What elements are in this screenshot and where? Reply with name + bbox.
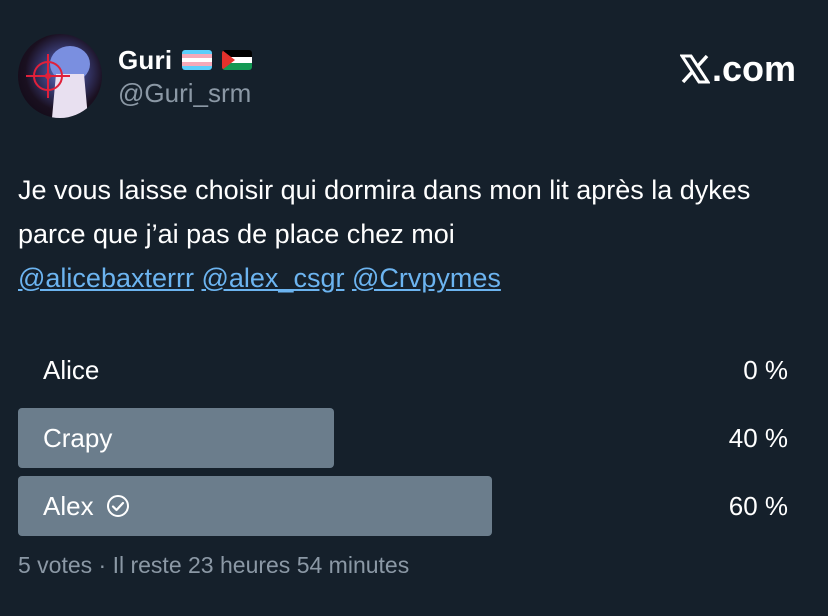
poll-meta: 5 votes · Il reste 23 heures 54 minutes	[18, 552, 410, 578]
poll-option-text: Crapy	[43, 422, 113, 453]
mention-crvpymes[interactable]: @Crvpymes	[352, 263, 501, 293]
brand-label: .com	[711, 48, 796, 89]
author-name-row: Guri	[118, 44, 253, 76]
avatar-image	[26, 46, 90, 118]
poll-option-alice: Alice 0 %	[18, 340, 788, 400]
poll-option-label: Crapy	[43, 408, 112, 468]
tweet-card: Guri @Guri_srm .com Je vous laisse chois…	[0, 0, 828, 616]
poll-option-label: Alex	[43, 476, 130, 536]
poll-option-alex: Alex 60 %	[18, 476, 788, 536]
mention-alicebaxterrr[interactable]: @alicebaxterrr	[18, 263, 194, 293]
palestine-flag-icon	[222, 50, 253, 70]
poll-option-label: Alice	[43, 340, 99, 400]
poll-option-text: Alex	[43, 490, 94, 521]
display-name[interactable]: Guri	[118, 45, 172, 76]
tweet-text: Je vous laisse choisir qui dormira dans …	[18, 168, 808, 300]
brand-logo: .com	[679, 48, 796, 90]
poll-option-percent: 60 %	[728, 490, 788, 521]
author-handle[interactable]: @Guri_srm	[118, 78, 251, 109]
avatar[interactable]	[18, 34, 102, 118]
poll-option-percent: 40 %	[728, 422, 788, 453]
tweet-body: Je vous laisse choisir qui dormira dans …	[18, 175, 751, 249]
poll-option-percent: 0 %	[743, 354, 788, 385]
check-circle-icon	[106, 495, 129, 517]
poll-option-crapy: Crapy 40 %	[18, 408, 788, 468]
mention-alex-csgr[interactable]: @alex_csgr	[201, 263, 344, 293]
poll: Alice 0 % Crapy 40 % Alex 60 %	[18, 340, 788, 544]
poll-option-text: Alice	[43, 354, 100, 385]
x-logo-icon	[679, 54, 710, 84]
trans-flag-icon	[182, 50, 213, 70]
